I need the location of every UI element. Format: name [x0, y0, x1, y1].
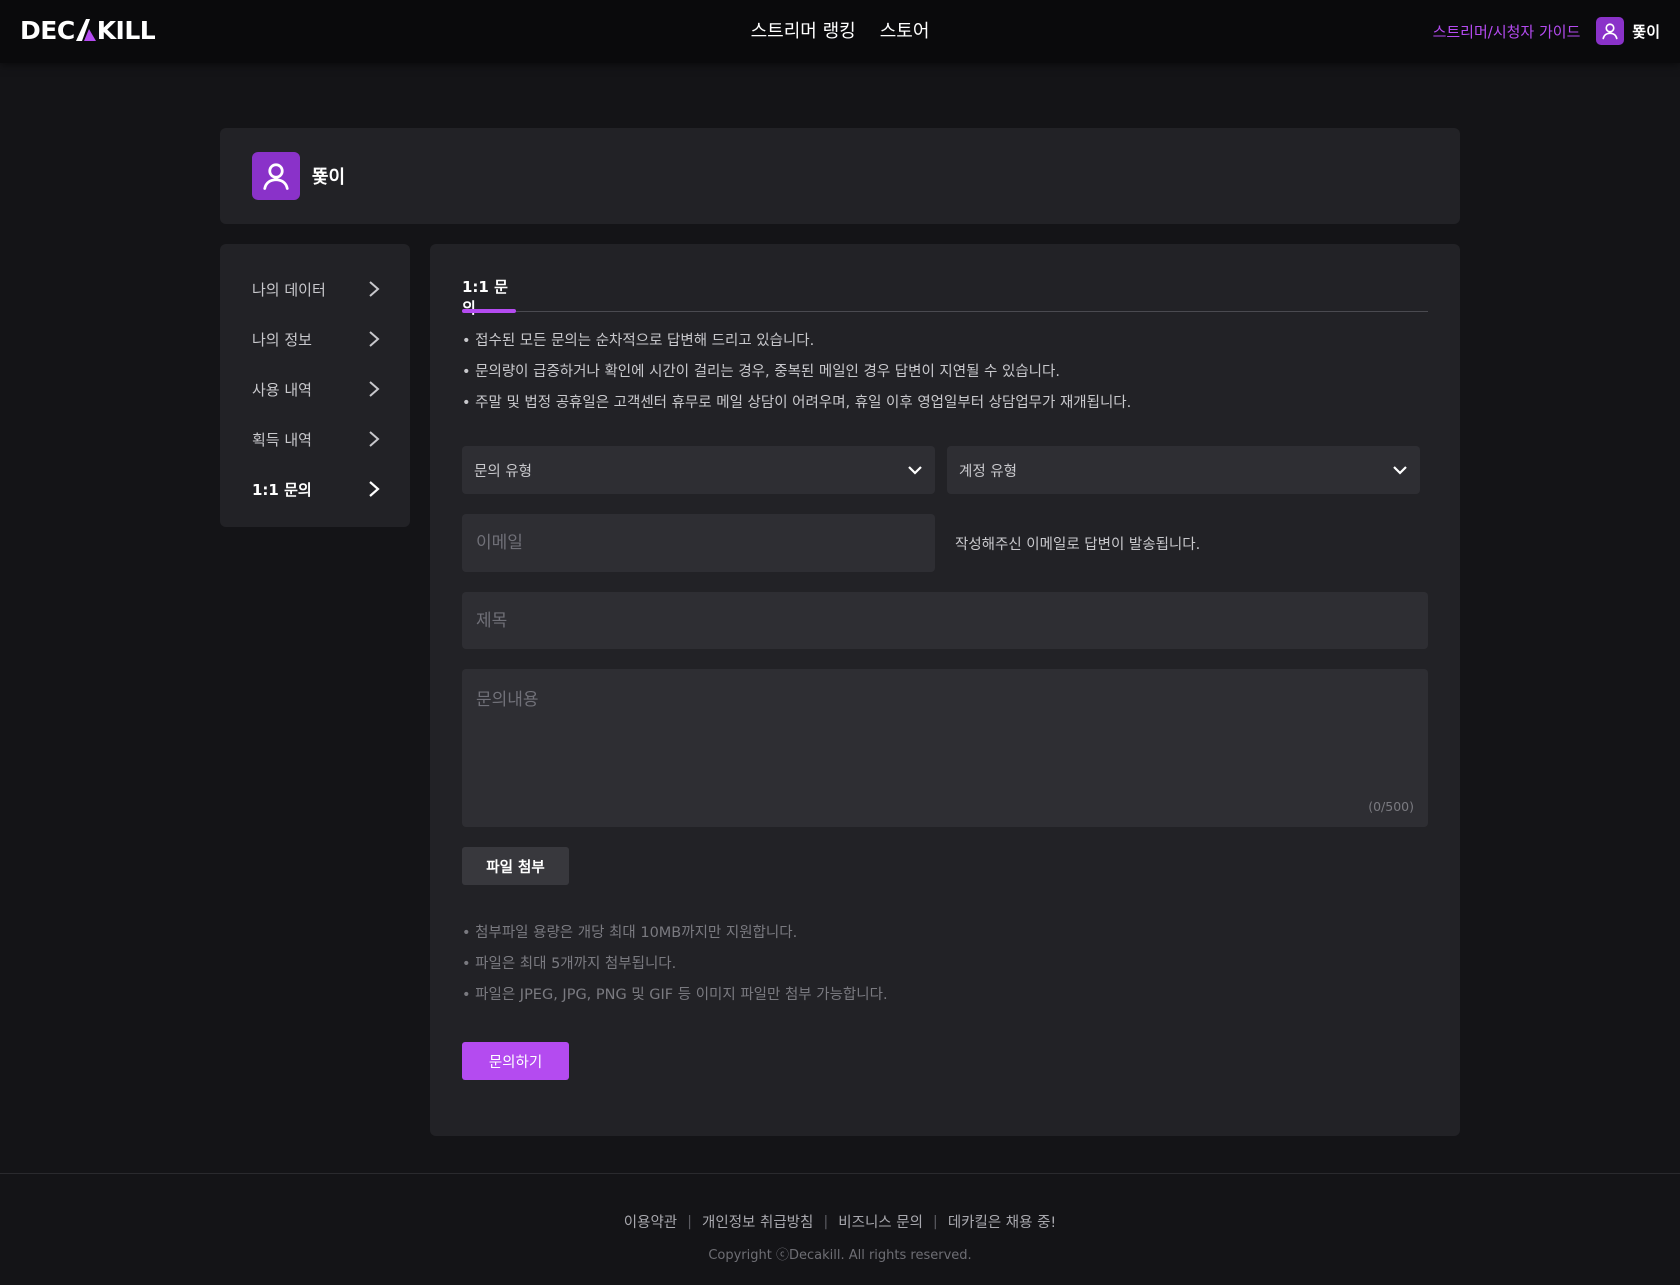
- footer-separator: |: [823, 1213, 829, 1230]
- logo-a-mark-icon: [75, 19, 96, 41]
- sidebar-menu: 나의 데이터 나의 정보 사용 내역 획득 내역 1:1 문의: [220, 244, 410, 527]
- copyright: Copyright ⓒDecakill. All rights reserved…: [708, 1248, 972, 1263]
- chevron-down-icon: [908, 466, 922, 475]
- chevron-down-icon: [1393, 466, 1407, 475]
- footer-links: 이용약관 | 개인정보 취급방침 | 비즈니스 문의 | 데카킬은 채용 중!: [0, 1211, 1680, 1232]
- footer-link-terms[interactable]: 이용약관: [624, 1211, 677, 1232]
- footer: 이용약관 | 개인정보 취급방침 | 비즈니스 문의 | 데카킬은 채용 중! …: [0, 1173, 1680, 1285]
- logo-text-right: KILL: [96, 15, 156, 45]
- inquiry-panel: 1:1 문의 • 접수된 모든 문의는 순차적으로 답변해 드리고 있습니다. …: [430, 244, 1460, 1136]
- email-field[interactable]: [462, 514, 935, 572]
- file-notice-line: • 파일은 최대 5개까지 첨부됩니다.: [462, 956, 677, 972]
- footer-separator: |: [932, 1213, 938, 1230]
- avatar: [1596, 17, 1625, 45]
- inquiry-type-select[interactable]: 문의 유형: [462, 446, 935, 494]
- inquiry-body-field[interactable]: [462, 669, 1428, 827]
- logo-text-left: DEC: [20, 15, 75, 45]
- user-menu[interactable]: 뚗이: [1596, 17, 1660, 45]
- footer-link-privacy[interactable]: 개인정보 취급방침: [702, 1211, 813, 1232]
- decakill-logo[interactable]: DEC KILL: [20, 15, 156, 45]
- title-field[interactable]: [462, 592, 1428, 649]
- main-nav: 스트리머 랭킹 스토어: [0, 0, 1680, 60]
- sidebar-item-label: 사용 내역: [252, 380, 312, 399]
- notice-line: • 문의량이 급증하거나 확인에 시간이 걸리는 경우, 중복된 메일인 경우 …: [462, 364, 1060, 380]
- sidebar-item-label: 나의 정보: [252, 330, 312, 349]
- sidebar-item-my-info[interactable]: 나의 정보: [220, 314, 410, 364]
- sidebar-item-earn-history[interactable]: 획득 내역: [220, 414, 410, 464]
- nav-store[interactable]: 스토어: [880, 17, 930, 43]
- sidebar-item-usage-history[interactable]: 사용 내역: [220, 364, 410, 414]
- tab-bar: 1:1 문의: [462, 274, 1428, 317]
- file-notice-line: • 파일은 JPEG, JPG, PNG 및 GIF 등 이미지 파일만 첨부 …: [462, 987, 888, 1003]
- tab-inquiry[interactable]: 1:1 문의: [462, 274, 516, 317]
- nav-streamer-ranking[interactable]: 스트리머 랭킹: [751, 17, 856, 43]
- header-username: 뚗이: [1632, 22, 1660, 41]
- chevron-right-icon: [369, 481, 380, 497]
- user-icon: [1602, 23, 1618, 40]
- chevron-right-icon: [369, 431, 380, 447]
- profile-avatar: [252, 152, 300, 200]
- attach-file-button[interactable]: 파일 첨부: [462, 847, 569, 885]
- user-icon: [263, 163, 289, 190]
- guide-link[interactable]: 스트리머/시청자 가이드: [1433, 21, 1581, 42]
- profile-card: 뚗이: [220, 128, 1460, 224]
- notice-line: • 주말 및 법정 공휴일은 고객센터 휴무로 메일 상담이 어려우며, 휴일 …: [462, 395, 1132, 411]
- sidebar-item-label: 획득 내역: [252, 430, 312, 449]
- sidebar-item-inquiry[interactable]: 1:1 문의: [220, 464, 410, 514]
- chevron-right-icon: [369, 281, 380, 297]
- inquiry-type-value: 문의 유형: [474, 463, 532, 480]
- top-bar: DEC KILL 스트리머 랭킹 스토어 스트리머/시청자 가이드 뚗이: [0, 0, 1680, 63]
- chevron-right-icon: [369, 331, 380, 347]
- header-right: 스트리머/시청자 가이드 뚗이: [1433, 16, 1660, 46]
- account-type-select[interactable]: 계정 유형: [947, 446, 1420, 494]
- email-hint: 작성해주신 이메일로 답변이 발송됩니다.: [955, 537, 1201, 553]
- footer-link-business[interactable]: 비즈니스 문의: [838, 1211, 923, 1232]
- profile-name: 뚗이: [312, 167, 346, 188]
- active-tab-indicator: [462, 309, 516, 313]
- character-counter: (0/500): [1368, 799, 1414, 814]
- sidebar-item-label: 나의 데이터: [252, 280, 326, 299]
- sidebar-item-my-data[interactable]: 나의 데이터: [220, 264, 410, 314]
- inquiry-notice: • 접수된 모든 문의는 순차적으로 답변해 드리고 있습니다. • 문의량이 …: [462, 326, 1428, 419]
- submit-inquiry-button[interactable]: 문의하기: [462, 1042, 569, 1080]
- file-notice-line: • 첨부파일 용량은 개당 최대 10MB까지만 지원합니다.: [462, 925, 798, 941]
- chevron-right-icon: [369, 381, 380, 397]
- file-notice: • 첨부파일 용량은 개당 최대 10MB까지만 지원합니다. • 파일은 최대…: [462, 918, 1428, 1011]
- footer-link-careers[interactable]: 데카킬은 채용 중!: [948, 1211, 1056, 1232]
- sidebar-item-label: 1:1 문의: [252, 480, 312, 499]
- notice-line: • 접수된 모든 문의는 순차적으로 답변해 드리고 있습니다.: [462, 333, 815, 349]
- account-type-value: 계정 유형: [959, 463, 1017, 480]
- footer-separator: |: [687, 1213, 693, 1230]
